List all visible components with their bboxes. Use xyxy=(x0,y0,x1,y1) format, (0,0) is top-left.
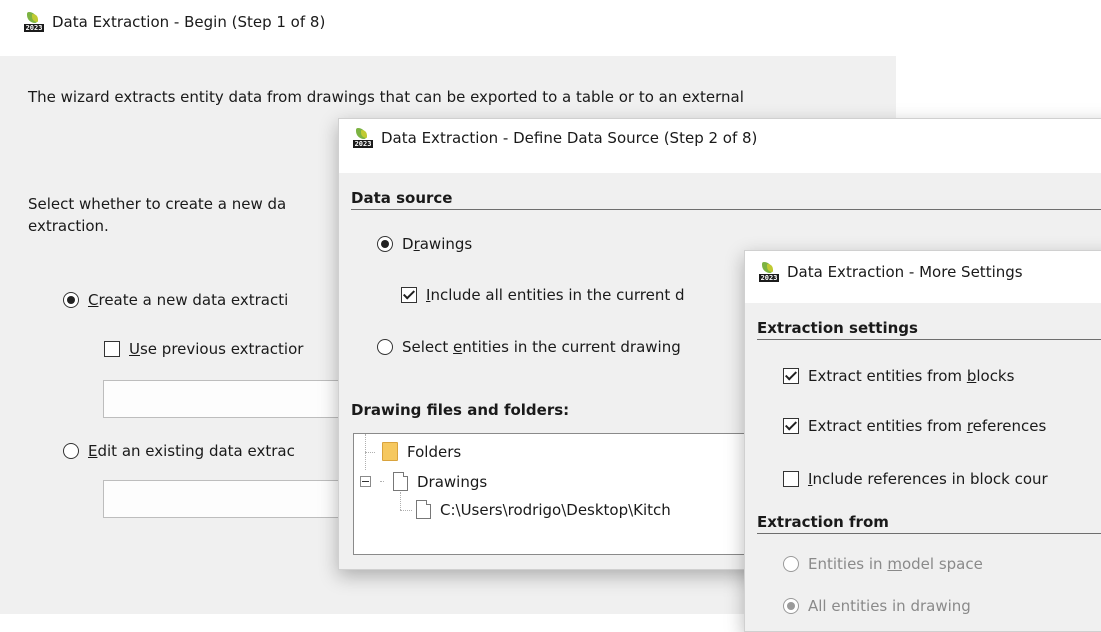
all-entities-label: All entities in drawing xyxy=(808,597,971,615)
document-icon xyxy=(393,472,408,491)
folders-label: Folders xyxy=(407,442,462,461)
extract-from-references-checkbox[interactable]: Extract entities from references xyxy=(783,417,1046,435)
all-entities-radio[interactable]: All entities in drawing xyxy=(783,597,971,615)
include-references-checkbox[interactable]: Include references in block cour xyxy=(783,470,1048,488)
document-icon xyxy=(416,500,431,519)
select-entities-radio[interactable]: Select entities in the current drawing xyxy=(377,338,681,356)
edit-existing-label: Edit an existing data extrac xyxy=(88,442,295,460)
checkbox-icon xyxy=(783,471,799,487)
autocad-app-icon: 2023 xyxy=(353,128,373,148)
drawings-tree-label: Drawings xyxy=(417,472,488,491)
extraction-from-heading: Extraction from xyxy=(757,513,1101,534)
include-references-label: Include references in block cour xyxy=(808,470,1048,488)
extract-from-blocks-checkbox[interactable]: Extract entities from blocks xyxy=(783,367,1014,385)
extract-blocks-label: Extract entities from blocks xyxy=(808,367,1015,385)
create-new-label: Create a new data extracti xyxy=(88,291,289,309)
begin-select-line1: Select whether to create a new da xyxy=(28,195,287,213)
tree-item-drawing-file[interactable]: C:\Users\rodrigo\Desktop\Kitch xyxy=(416,500,671,519)
define-title: Data Extraction - Define Data Source (St… xyxy=(381,129,758,147)
more-settings-body xyxy=(745,303,1101,631)
folder-icon xyxy=(382,442,398,461)
drawings-label: Drawings xyxy=(402,235,473,253)
radio-unselected-icon xyxy=(783,556,799,572)
checkbox-checked-icon xyxy=(783,418,799,434)
previous-extraction-path-field[interactable] xyxy=(103,380,345,418)
drawing-files-heading: Drawing files and folders: xyxy=(351,401,570,419)
use-previous-label: Use previous extractior xyxy=(129,340,304,358)
existing-extraction-path-field[interactable] xyxy=(103,480,345,518)
extraction-settings-heading: Extraction settings xyxy=(757,319,1101,340)
autocad-app-icon: 2023 xyxy=(24,12,44,32)
begin-titlebar: 2023 Data Extraction - Begin (Step 1 of … xyxy=(24,12,325,32)
model-space-radio[interactable]: Entities in model space xyxy=(783,555,983,573)
radio-selected-icon xyxy=(377,236,393,252)
more-settings-window: 2023 Data Extraction - More Settings Ext… xyxy=(744,250,1101,632)
checkbox-checked-icon xyxy=(401,287,417,303)
autocad-app-icon: 2023 xyxy=(759,262,779,282)
select-entities-label: Select entities in the current drawing xyxy=(402,338,681,356)
radio-unselected-icon xyxy=(63,443,79,459)
define-titlebar: 2023 Data Extraction - Define Data Sourc… xyxy=(339,119,1101,157)
more-settings-title: Data Extraction - More Settings xyxy=(787,263,1023,281)
include-all-entities-checkbox[interactable]: Include all entities in the current d xyxy=(401,286,685,304)
radio-selected-icon xyxy=(783,598,799,614)
collapse-icon[interactable] xyxy=(360,476,371,487)
include-all-label: Include all entities in the current d xyxy=(426,286,685,304)
more-settings-titlebar: 2023 Data Extraction - More Settings xyxy=(745,251,1101,293)
drawings-radio[interactable]: Drawings xyxy=(377,235,472,253)
begin-intro-text: The wizard extracts entity data from dra… xyxy=(28,88,744,106)
radio-unselected-icon xyxy=(377,339,393,355)
drawing-file-path: C:\Users\rodrigo\Desktop\Kitch xyxy=(440,500,671,519)
begin-title: Data Extraction - Begin (Step 1 of 8) xyxy=(52,13,326,31)
begin-select-line2: extraction. xyxy=(28,217,109,235)
checkbox-icon xyxy=(104,341,120,357)
create-new-extraction-radio[interactable]: Create a new data extracti xyxy=(63,291,288,309)
begin-select-text: Select whether to create a new da extrac… xyxy=(28,193,286,237)
extract-references-label: Extract entities from references xyxy=(808,417,1047,435)
tree-item-drawings[interactable]: Drawings xyxy=(360,472,487,491)
radio-selected-icon xyxy=(63,292,79,308)
use-previous-extraction-checkbox[interactable]: Use previous extractior xyxy=(104,340,303,358)
data-source-heading: Data source xyxy=(351,189,1101,210)
checkbox-checked-icon xyxy=(783,368,799,384)
tree-item-folders[interactable]: Folders xyxy=(382,442,461,461)
edit-existing-extraction-radio[interactable]: Edit an existing data extrac xyxy=(63,442,295,460)
model-space-label: Entities in model space xyxy=(808,555,983,573)
